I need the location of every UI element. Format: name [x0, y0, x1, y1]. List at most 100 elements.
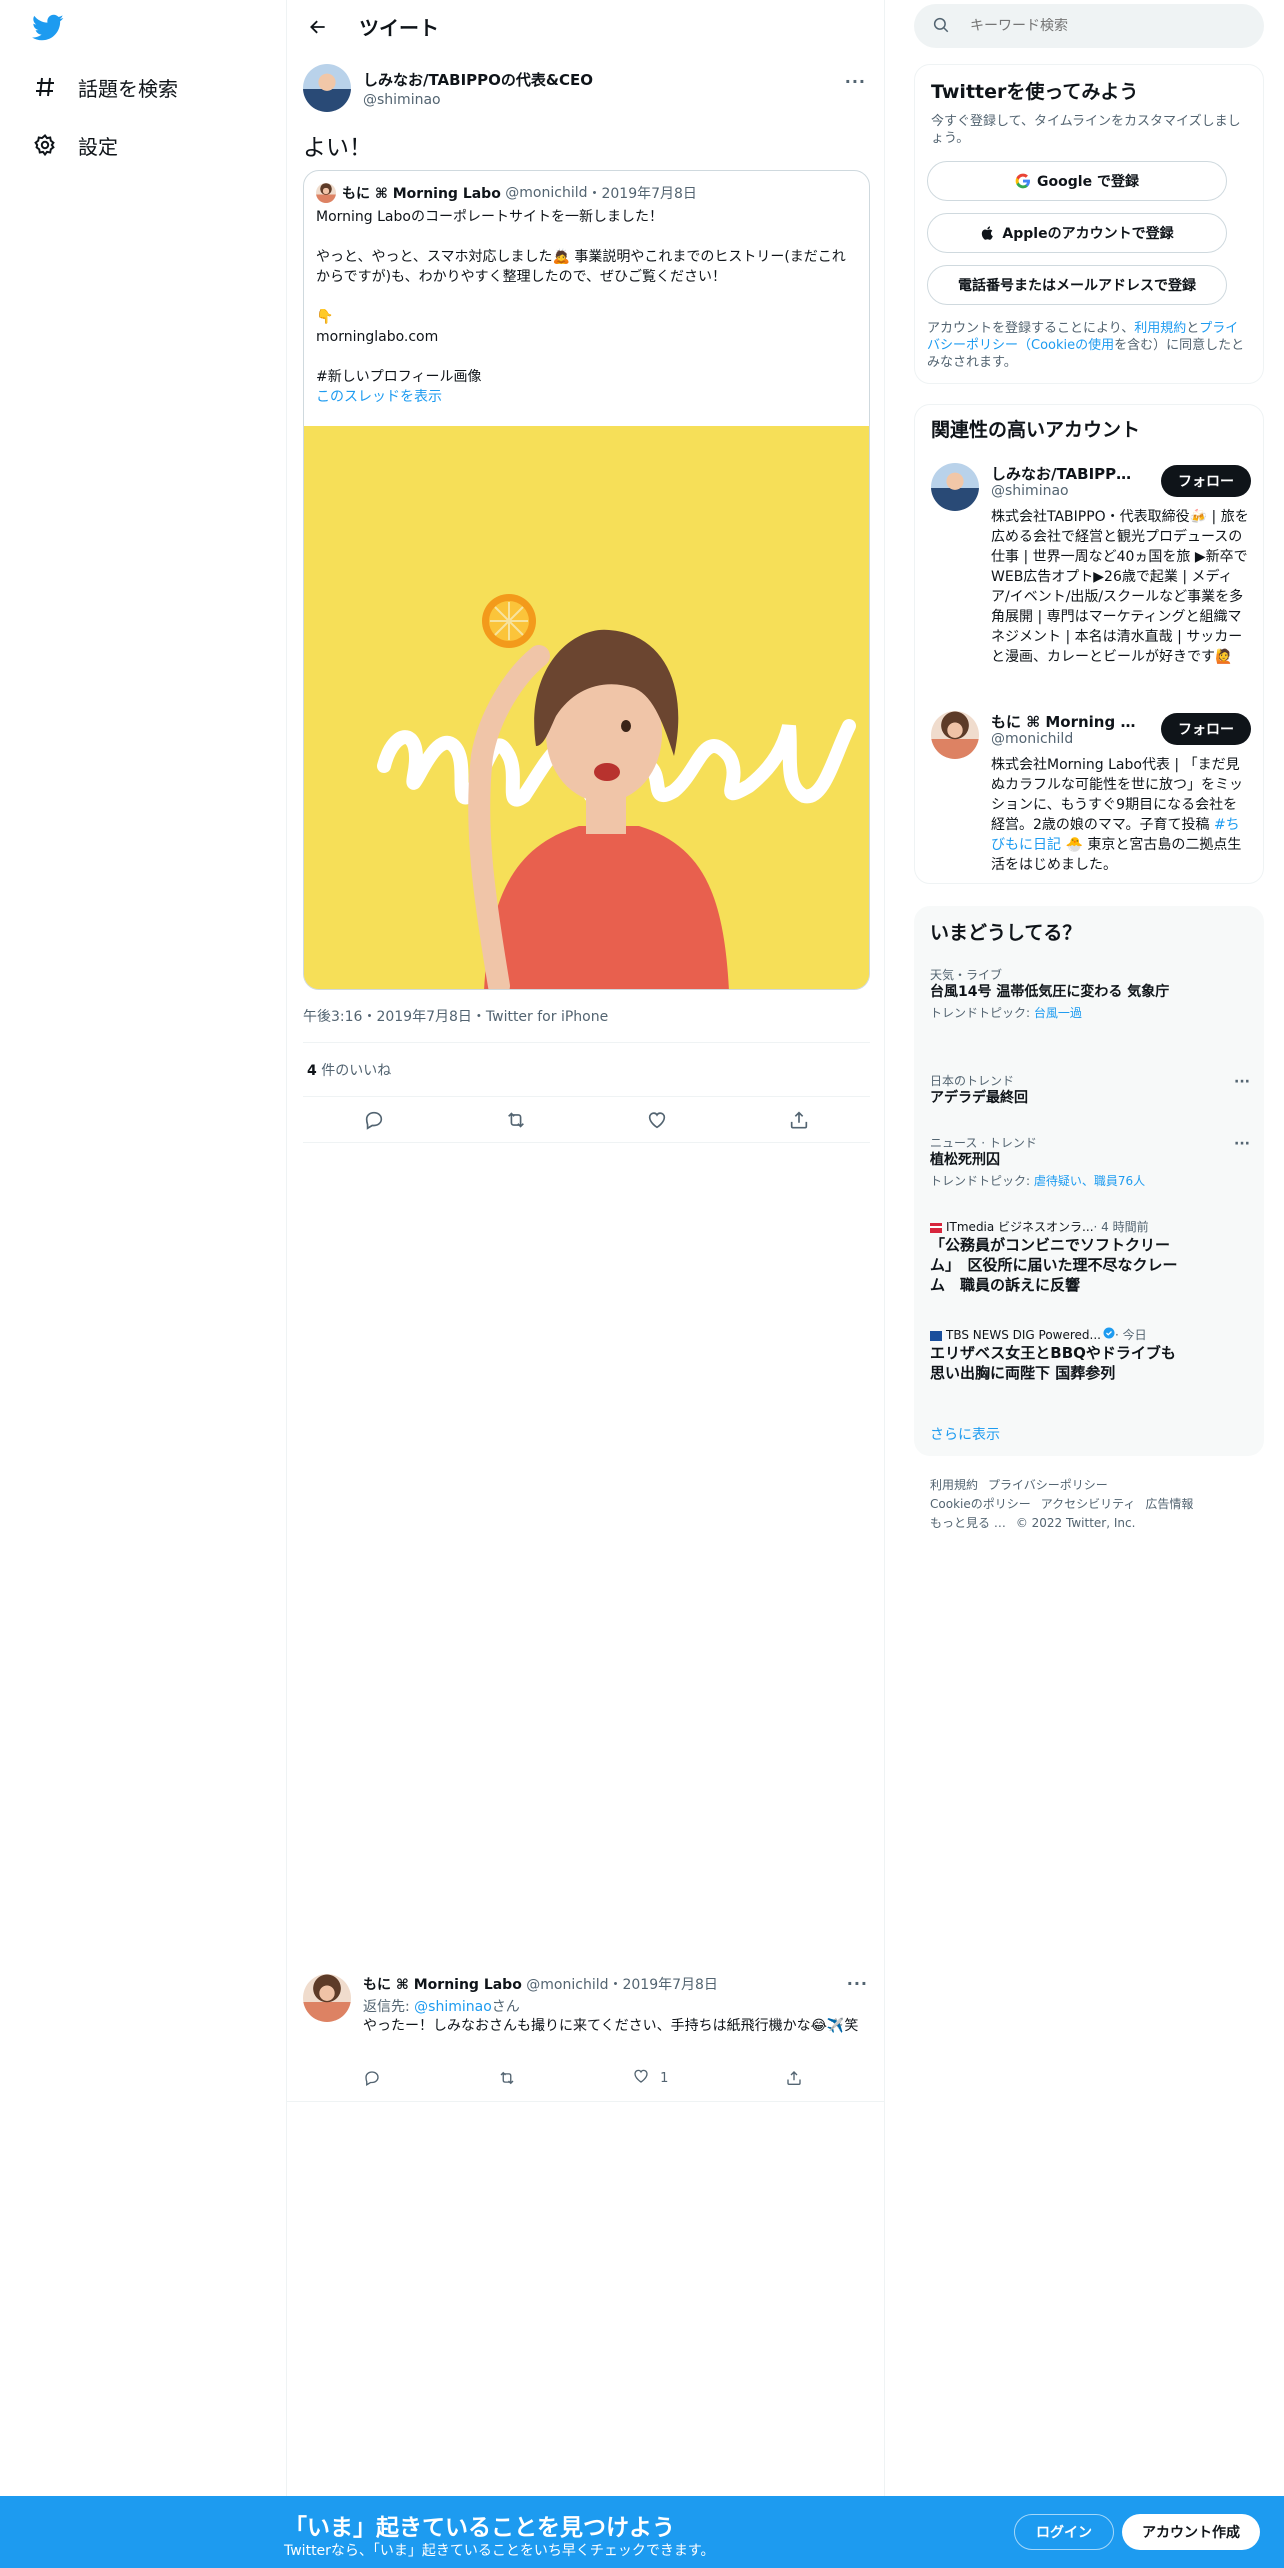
- divider: [303, 1042, 870, 1043]
- nav-explore[interactable]: 話題を検索: [32, 67, 178, 107]
- copyright: © 2022 Twitter, Inc.: [1015, 1516, 1136, 1530]
- reply-icon[interactable]: [363, 2066, 381, 2090]
- trend-category: 日本のトレンド: [930, 1074, 1015, 1088]
- trend-title: アデラデ最終回: [930, 1090, 1028, 1106]
- account-name[interactable]: しみなお/TABIPPOの代表&CEO: [991, 463, 1141, 484]
- relevant-accounts-card: 関連性の高いアカウント しみなお/TABIPPOの代表&CEO @shimina…: [914, 404, 1264, 884]
- author-name[interactable]: しみなお/TABIPPOの代表&CEO: [363, 69, 593, 90]
- account-item[interactable]: もに ⌘ Morning Labo @monichild フォロー 株式会社Mo…: [931, 711, 1251, 873]
- more-options-icon[interactable]: ···: [845, 72, 866, 91]
- footer-link[interactable]: プライバシーポリシー: [988, 1478, 1108, 1492]
- heart-icon[interactable]: [640, 1103, 674, 1137]
- news-source-icon: [930, 1330, 942, 1341]
- signup-subtitle: 今すぐ登録して、タイムラインをカスタマイズしましょう。: [931, 114, 1241, 146]
- share-icon[interactable]: [785, 2066, 803, 2090]
- news-meta: ITmedia ビジネスオンラ... · 4 時間前: [930, 1218, 1250, 1235]
- quote-date: 2019年7月8日: [601, 186, 697, 202]
- quote-hashtag[interactable]: #新しいプロフィール画像: [316, 367, 856, 387]
- show-thread-link[interactable]: このスレッドを表示: [316, 389, 442, 405]
- relevant-title: 関連性の高いアカウント: [931, 419, 1141, 441]
- apple-signup-button[interactable]: Appleのアカウントで登録: [927, 213, 1227, 253]
- news-source-icon: [930, 1222, 942, 1233]
- footer-link[interactable]: もっと見る …: [930, 1516, 1006, 1530]
- avatar[interactable]: [303, 64, 351, 112]
- photo-illustration: [304, 426, 869, 989]
- arrow-left-icon[interactable]: [301, 10, 335, 44]
- account-item[interactable]: しみなお/TABIPPOの代表&CEO @shiminao フォロー 株式会社T…: [931, 463, 1251, 693]
- reply-like-count: 1: [660, 2070, 669, 2086]
- nav-label: 話題を検索: [78, 76, 178, 101]
- search-input[interactable]: [970, 18, 1230, 34]
- nav-settings[interactable]: 設定: [32, 125, 118, 165]
- reply-actions: 1: [363, 2066, 803, 2090]
- account-name[interactable]: もに ⌘ Morning Labo: [991, 711, 1141, 732]
- reply-icon[interactable]: [357, 1103, 391, 1137]
- avatar[interactable]: [931, 463, 979, 511]
- more-options-icon[interactable]: ···: [1234, 1136, 1250, 1152]
- bottom-bar-title: 「いま」起きていることを見つけよう: [284, 2515, 675, 2541]
- follow-button[interactable]: フォロー: [1161, 465, 1251, 497]
- main-column: ツイート しみなお/TABIPPOの代表&CEO @shiminao ··· よ…: [286, 0, 885, 2568]
- news-item[interactable]: ITmedia ビジネスオンラ... · 4 時間前 「公務員がコンビニでソフト…: [930, 1218, 1250, 1295]
- account-bio: 株式会社Morning Labo代表 | 「まだ見ぬカラフルな可能性を世に放つ」…: [991, 755, 1251, 875]
- quote-link[interactable]: morninglabo.com: [316, 327, 856, 347]
- trend-subtitle: トレンドトピック: 台風一過: [930, 1004, 1250, 1021]
- like-count[interactable]: 4 件のいいね: [307, 1060, 391, 1080]
- trends-title: いまどうしてる？: [930, 922, 1082, 944]
- google-signup-button[interactable]: Google で登録: [927, 161, 1227, 201]
- reply-date[interactable]: 2019年7月8日: [622, 1977, 717, 1993]
- reply-to-handle[interactable]: @shiminao: [414, 1999, 492, 2015]
- reply-author-handle[interactable]: @monichild: [526, 1977, 608, 1993]
- trend-topic-link[interactable]: 台風一過: [1034, 1006, 1082, 1020]
- trend-item[interactable]: 天気・ライブ 台風14号 温帯低気圧に変わる 気象庁 トレンドトピック: 台風一…: [930, 966, 1250, 1021]
- news-item[interactable]: TBS NEWS DIG Powered... · 今日 エリザベス女王とBBQ…: [930, 1326, 1250, 1383]
- divider: [303, 1142, 870, 1143]
- author-handle[interactable]: @shiminao: [363, 92, 593, 108]
- more-options-icon[interactable]: ···: [847, 1974, 868, 1993]
- footer-link[interactable]: 広告情報: [1145, 1497, 1193, 1511]
- bottom-bar-subtitle: Twitterなら、「いま」起きていることをいち早くチェックできます。: [284, 2543, 715, 2559]
- twitter-bird-icon[interactable]: [32, 14, 64, 42]
- legal-text: と: [1186, 321, 1200, 336]
- news-time: · 4 時間前: [1093, 1220, 1149, 1234]
- search-bar[interactable]: [914, 4, 1264, 48]
- verified-badge-icon: [1103, 1327, 1115, 1342]
- reply-author-name[interactable]: もに ⌘ Morning Labo: [363, 1977, 522, 1993]
- tweet-author: しみなお/TABIPPOの代表&CEO @shiminao ···: [303, 64, 866, 112]
- retweet-icon[interactable]: [499, 1103, 533, 1137]
- account-handle[interactable]: @shiminao: [991, 483, 1069, 499]
- trend-item[interactable]: 日本のトレンド アデラデ最終回 ···: [930, 1072, 1250, 1108]
- news-title: エリザベス女王とBBQやドライブも 思い出胸に両陛下 国葬参列: [930, 1344, 1191, 1382]
- show-more-link[interactable]: さらに表示: [930, 1424, 1000, 1444]
- account-handle[interactable]: @monichild: [991, 731, 1073, 747]
- phone-email-signup-button[interactable]: 電話番号またはメールアドレスで登録: [927, 265, 1227, 305]
- heart-icon: [632, 2067, 650, 2089]
- trend-topic-link[interactable]: 虐待疑い、職員76人: [1034, 1174, 1145, 1188]
- terms-link[interactable]: 利用規約: [1134, 321, 1186, 336]
- trend-title: 植松死刑囚: [930, 1152, 1000, 1168]
- more-options-icon[interactable]: ···: [1234, 1074, 1250, 1090]
- like-button[interactable]: 1: [632, 2066, 668, 2090]
- quote-media-image[interactable]: [304, 426, 869, 989]
- footer-link[interactable]: Cookieのポリシー: [930, 1497, 1031, 1511]
- like-count-label: 件のいいね: [316, 1063, 392, 1079]
- footer-link[interactable]: アクセシビリティ: [1041, 1497, 1136, 1511]
- nav-label: 設定: [78, 134, 118, 159]
- reply-tweet[interactable]: もに ⌘ Morning Labo @monichild・2019年7月8日 ·…: [287, 1970, 884, 2102]
- create-account-button[interactable]: アカウント作成: [1122, 2514, 1260, 2550]
- search-icon: [932, 16, 952, 36]
- reply-header: もに ⌘ Morning Labo @monichild・2019年7月8日: [363, 1974, 718, 1994]
- trend-item[interactable]: ニュース · トレンド 植松死刑囚 トレンドトピック: 虐待疑い、職員76人 ·…: [930, 1134, 1250, 1189]
- avatar[interactable]: [303, 1974, 351, 2022]
- retweet-icon[interactable]: [498, 2066, 516, 2090]
- quote-author-name: もに ⌘ Morning Labo: [342, 186, 501, 202]
- quoted-tweet[interactable]: もに ⌘ Morning Labo @monichild ・ 2019年7月8日 M…: [303, 170, 870, 990]
- signup-card: Twitterを使ってみよう 今すぐ登録して、タイムラインをカスタマイズしましょ…: [914, 64, 1264, 384]
- tweet-timestamp[interactable]: 午後3:16・2019年7月8日・Twitter for iPhone: [303, 1006, 608, 1026]
- news-time: · 今日: [1115, 1328, 1147, 1342]
- login-button[interactable]: ログイン: [1014, 2514, 1114, 2550]
- footer-link[interactable]: 利用規約: [930, 1478, 978, 1492]
- share-icon[interactable]: [782, 1103, 816, 1137]
- avatar[interactable]: [931, 711, 979, 759]
- follow-button[interactable]: フォロー: [1161, 713, 1251, 745]
